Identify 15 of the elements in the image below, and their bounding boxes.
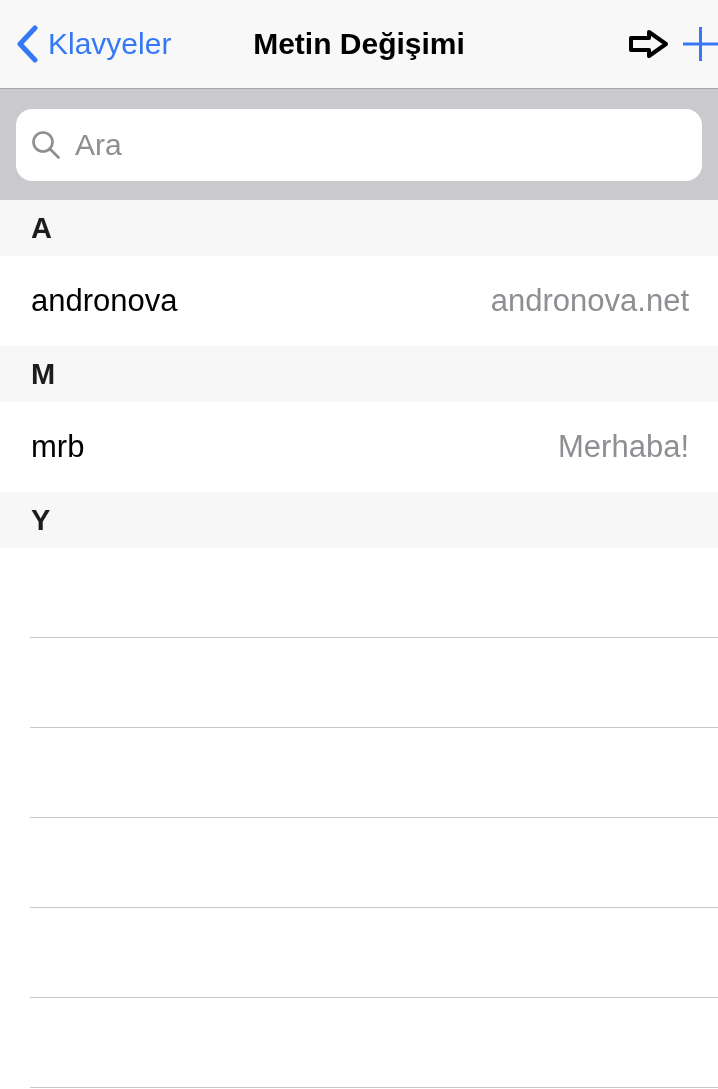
phrase-text: andronova — [31, 282, 178, 320]
plus-icon — [683, 27, 718, 61]
section-letter: A — [31, 211, 52, 246]
navigation-title: Metin Değişimi — [253, 26, 465, 62]
back-button[interactable]: Klavyeler — [16, 24, 172, 64]
search-icon — [31, 129, 61, 160]
chevron-left-icon — [16, 25, 38, 63]
section-letter: M — [31, 357, 56, 392]
add-button[interactable] — [683, 26, 718, 62]
shortcut-text: Merhaba! — [558, 428, 689, 466]
shortcut-text: andronova.net — [490, 282, 689, 320]
section-letter: Y — [31, 503, 51, 538]
search-field[interactable]: Ara — [16, 108, 702, 181]
phrase-text: mrb — [31, 428, 85, 466]
arrow-right-icon — [628, 29, 670, 59]
